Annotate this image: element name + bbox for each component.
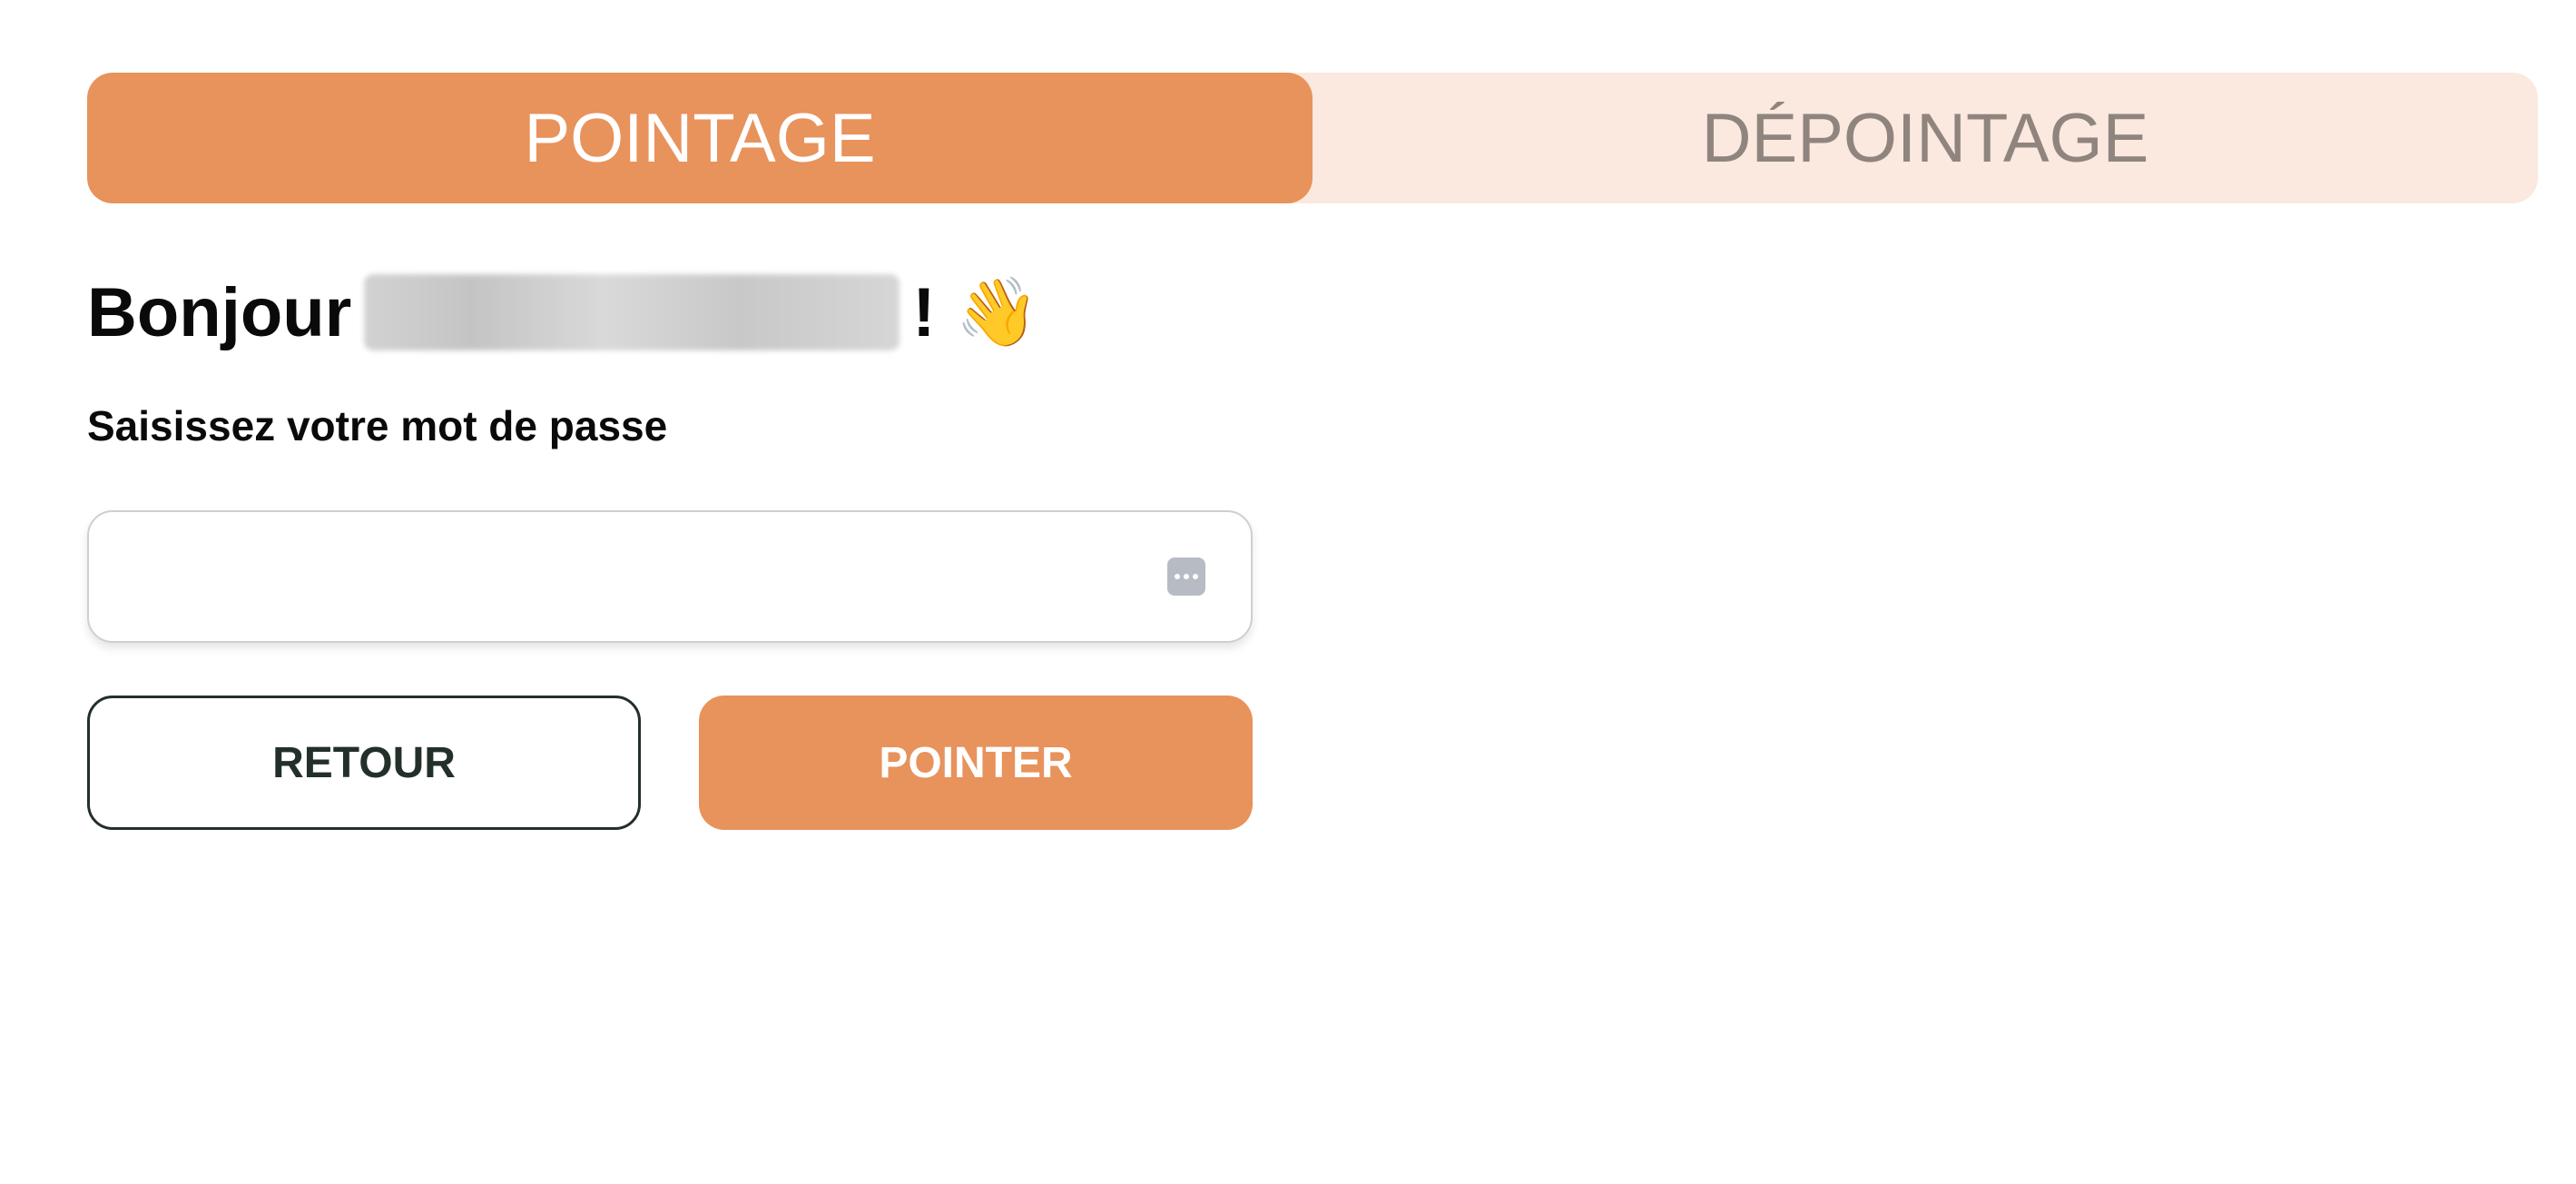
- back-button[interactable]: RETOUR: [87, 696, 641, 830]
- pointer-button[interactable]: POINTER: [699, 696, 1253, 830]
- redacted-user-name: [364, 274, 900, 350]
- greeting-suffix: !: [912, 273, 936, 351]
- tab-pointage[interactable]: POINTAGE: [87, 73, 1313, 203]
- password-input[interactable]: [89, 512, 1167, 641]
- tab-depointage[interactable]: DÉPOINTAGE: [1313, 73, 2538, 203]
- greeting-heading: Bonjour ! 👋: [87, 269, 1039, 356]
- waving-hand-icon: 👋: [955, 274, 1039, 350]
- greeting-prefix: Bonjour: [87, 273, 352, 351]
- mode-tabs: POINTAGE DÉPOINTAGE: [87, 73, 2538, 203]
- password-label: Saisissez votre mot de passe: [87, 402, 668, 449]
- password-field-container: [87, 510, 1253, 643]
- password-manager-icon[interactable]: [1167, 557, 1205, 596]
